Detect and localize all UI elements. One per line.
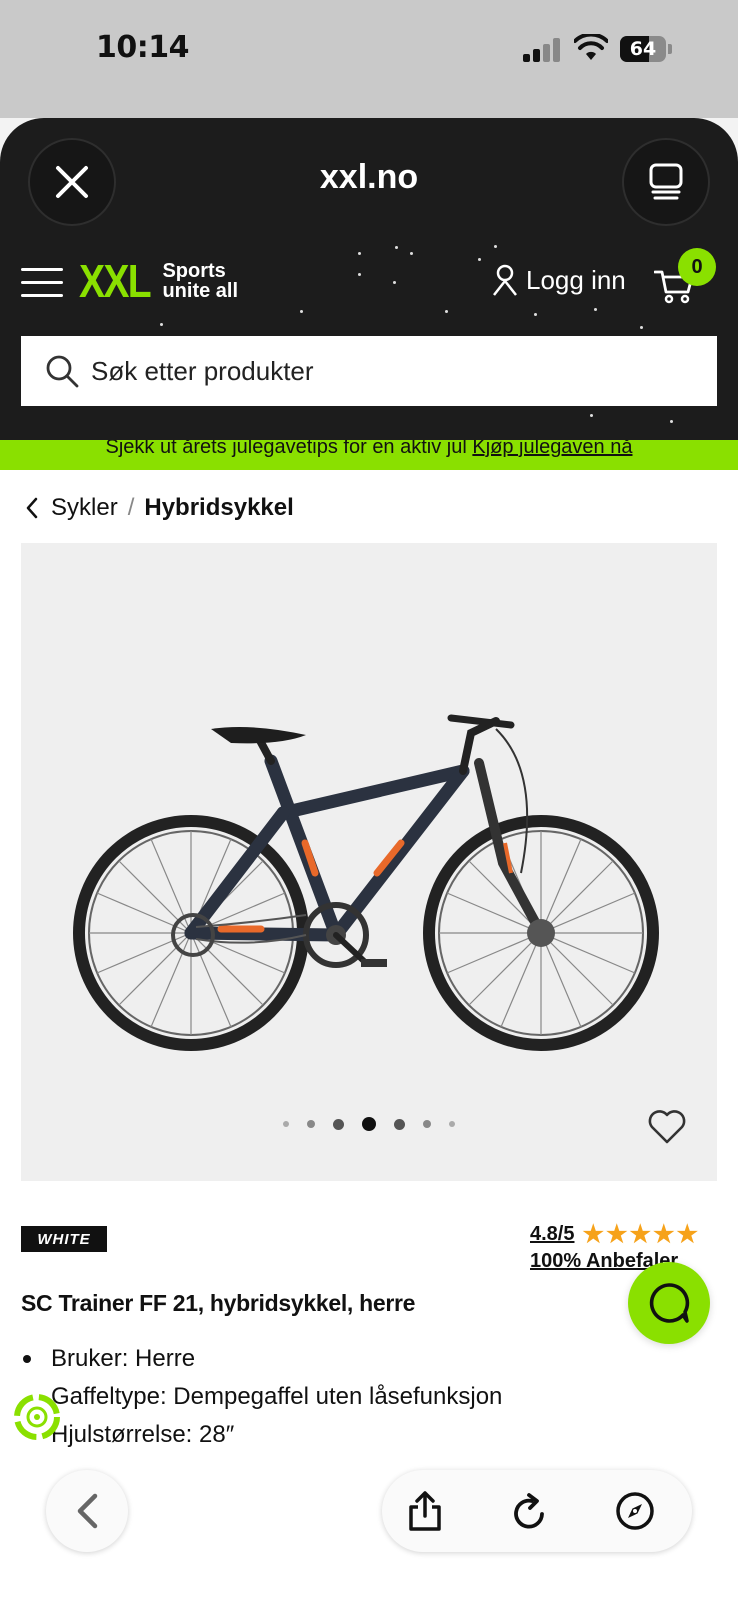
product-title: SC Trainer FF 21, hybridsykkel, herre xyxy=(21,1290,416,1316)
chat-button[interactable] xyxy=(628,1262,710,1344)
promo-text: Sjekk ut årets julegavetips for en aktiv… xyxy=(105,440,467,458)
status-time: 10:14 xyxy=(96,30,190,65)
pager-dot[interactable] xyxy=(449,1121,455,1127)
star-icon: ★ xyxy=(582,1221,604,1248)
cart-count-badge: 0 xyxy=(678,248,716,286)
image-pager[interactable] xyxy=(21,1117,717,1131)
promo-banner: Sjekk ut årets julegavetips for en aktiv… xyxy=(0,440,738,470)
product-specs: Bruker: Herre Gaffeltype: Dempegaffel ut… xyxy=(21,1340,502,1454)
site-header: xxl.no XXL Sports unite all Logg inn 0 xyxy=(0,118,738,440)
chevron-left-icon xyxy=(77,1493,98,1529)
breadcrumb-separator: / xyxy=(127,494,135,521)
rating-stars: ★ ★ ★ ★ ★ xyxy=(582,1220,700,1249)
browser-back-button[interactable] xyxy=(46,1470,128,1552)
logo-wordmark: XXL xyxy=(79,255,152,307)
search-bar[interactable] xyxy=(21,336,717,406)
bicycle-image xyxy=(73,714,659,1051)
spec-text: Gaffeltype: Dempegaffel uten låsefunksjo… xyxy=(51,1383,503,1410)
share-icon xyxy=(409,1491,441,1531)
spec-text: Hjulstørrelse: 28″ xyxy=(51,1421,235,1448)
breadcrumb-parent[interactable]: Sykler xyxy=(51,494,118,522)
reload-button[interactable] xyxy=(507,1488,553,1534)
pager-dot[interactable] xyxy=(423,1120,431,1128)
product-rating[interactable]: 4.8/5 ★ ★ ★ ★ ★ xyxy=(530,1220,700,1249)
promo-link[interactable]: Kjøp julegaven nå xyxy=(472,440,632,458)
star-icon: ★ xyxy=(653,1221,675,1248)
chevron-left-icon[interactable] xyxy=(25,497,39,519)
status-bar: 10:14 64 xyxy=(0,0,738,118)
pager-dot-active[interactable] xyxy=(362,1117,376,1131)
pager-dot[interactable] xyxy=(333,1118,344,1130)
tabs-icon xyxy=(649,163,683,200)
browser-toolbar xyxy=(382,1470,692,1552)
star-icon: ★ xyxy=(606,1221,628,1248)
breadcrumb-current: Hybridsykkel xyxy=(144,494,294,521)
sustainability-widget-icon[interactable] xyxy=(12,1392,62,1442)
bullet xyxy=(23,1355,31,1363)
heart-icon[interactable] xyxy=(647,1109,687,1145)
tabs-button[interactable] xyxy=(622,138,710,226)
spec-item: Hjulstørrelse: 28″ xyxy=(21,1416,502,1454)
hamburger-menu-icon[interactable] xyxy=(21,268,63,298)
compass-icon xyxy=(616,1492,654,1530)
search-input[interactable] xyxy=(91,355,651,387)
product-image-gallery[interactable] xyxy=(21,543,717,1181)
user-icon xyxy=(493,264,517,296)
star-icon: ★ xyxy=(676,1221,699,1248)
breadcrumb: Sykler / Hybridsykkel xyxy=(25,494,294,522)
battery-icon: 64 xyxy=(620,36,672,62)
chat-bubble-icon xyxy=(649,1283,690,1323)
spec-item: Gaffeltype: Dempegaffel uten låsefunksjo… xyxy=(21,1378,502,1416)
wifi-icon xyxy=(574,34,608,60)
product-page: Sykler / Hybridsykkel WHITE 4.8/5 ★ ★ ★ … xyxy=(0,470,738,1600)
spec-text: Bruker: Herre xyxy=(51,1345,196,1372)
logo-tagline: Sports unite all xyxy=(162,260,239,302)
cellular-signal-icon xyxy=(523,38,561,62)
share-button[interactable] xyxy=(402,1488,448,1534)
login-button[interactable]: Logg inn xyxy=(492,264,626,296)
brand-logo[interactable]: WHITE xyxy=(21,1226,107,1252)
reload-icon xyxy=(514,1493,544,1529)
login-label: Logg inn xyxy=(526,264,626,295)
spec-item: Bruker: Herre xyxy=(21,1340,502,1378)
rating-score: 4.8/5 xyxy=(530,1223,575,1245)
pager-dot[interactable] xyxy=(307,1120,315,1128)
bookmarks-button[interactable] xyxy=(612,1488,658,1534)
search-icon xyxy=(46,355,79,388)
battery-percent: 64 xyxy=(629,38,657,60)
xxl-logo[interactable]: XXL Sports unite all xyxy=(79,255,239,307)
pager-dot[interactable] xyxy=(283,1121,289,1127)
pager-dot[interactable] xyxy=(394,1118,405,1130)
star-icon: ★ xyxy=(629,1221,652,1248)
